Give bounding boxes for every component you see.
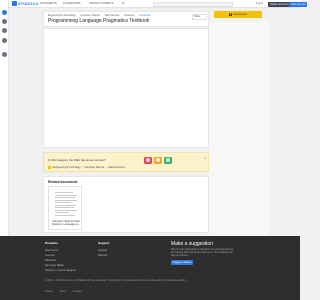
top-navigation: STUDOCU DOCUMENTS FLASHCARDS ASKING STUD…: [9, 0, 308, 8]
sad-face-icon: [146, 158, 150, 162]
search-input[interactable]: [153, 1, 233, 7]
footer-link[interactable]: Studocu + course designer: [45, 268, 76, 273]
document-thumbnail: [52, 189, 80, 218]
document-viewer[interactable]: [43, 28, 209, 148]
category-tag[interactable]: Data Structures: [108, 166, 125, 169]
suggestion-title: Make a suggestion: [171, 241, 213, 247]
copyright: © 2024 – 2026 Studocu is not affiliated …: [45, 279, 187, 282]
download-button[interactable]: Download: [214, 11, 262, 18]
document-icon[interactable]: [2, 19, 7, 24]
side-panel: [209, 21, 269, 236]
terms-link[interactable]: Terms: [59, 290, 66, 293]
logo[interactable]: STUDOCU: [12, 1, 38, 6]
breadcrumb-item[interactable]: Engineering & Technology: [48, 14, 76, 17]
upload-button[interactable]: Upload document: [268, 1, 291, 7]
separator: ›: [82, 166, 83, 169]
login-link[interactable]: Log in: [256, 2, 263, 5]
rate-bad-button[interactable]: [144, 156, 152, 164]
neutral-face-icon: [156, 158, 160, 162]
category-tag[interactable]: Engineering & Technology: [53, 166, 81, 169]
breadcrumb-item[interactable]: Computer Science: [80, 14, 100, 17]
download-icon: [229, 12, 233, 16]
folder-icon[interactable]: [2, 38, 7, 43]
logo-icon: [12, 1, 17, 6]
footer: Products Documents Courses Webinars Summ…: [0, 236, 300, 300]
legal-links: Privacy Terms Cookies: [45, 290, 87, 293]
footer-heading: Support: [98, 241, 110, 245]
happy-face-icon: [166, 158, 170, 162]
nav-documents[interactable]: DOCUMENTS: [40, 2, 57, 5]
footer-products: Products Documents Courses Webinars Summ…: [45, 241, 76, 273]
category-tag[interactable]: Computer Science: [85, 166, 105, 169]
category-feedback: Is this category the Web document correc…: [43, 152, 209, 172]
section-heading: Related documents: [48, 180, 78, 184]
footer-heading: Products: [45, 241, 59, 245]
breadcrumb-item[interactable]: Lecturer/Is: [139, 14, 150, 17]
nav-ai[interactable]: AI: [122, 2, 124, 5]
nav-flashcards[interactable]: FLASHCARDS: [63, 2, 80, 5]
check-icon: [48, 165, 51, 169]
document-header: Engineering & Technology Computer Scienc…: [43, 11, 209, 27]
chat-icon[interactable]: [2, 28, 7, 33]
suggest-feature-button[interactable]: Suggest a feature: [171, 260, 193, 265]
related-documents: Related documents Computer Science Data …: [43, 176, 209, 233]
suggestion-text: Did you miss something on Studocu? Let u…: [171, 248, 234, 258]
close-icon[interactable]: ×: [204, 156, 206, 160]
breadcrumb: Engineering & Technology Computer Scienc…: [48, 14, 155, 17]
footer-support: Support Support Sitemap: [98, 241, 110, 258]
share-button[interactable]: Share: [192, 13, 207, 20]
privacy-link[interactable]: Privacy: [45, 290, 53, 293]
free-trial-button[interactable]: Start free trial: [289, 1, 308, 7]
related-document-title: Computer Science Data Systems: Languages…: [51, 220, 81, 226]
related-document-card[interactable]: Computer Science Data Systems: Languages…: [48, 186, 82, 230]
left-sidebar: [0, 0, 9, 236]
separator: ›: [105, 166, 107, 169]
page-title: Programming Language Pragmatics Textbook: [48, 17, 150, 24]
category-tags: Engineering & Technology › Computer Scie…: [48, 165, 126, 169]
footer-link[interactable]: Sitemap: [98, 253, 110, 258]
rate-good-button[interactable]: [164, 156, 172, 164]
gear-icon[interactable]: [2, 52, 7, 57]
rate-neutral-button[interactable]: [154, 156, 162, 164]
cookies-link[interactable]: Cookies: [73, 290, 82, 293]
category-question: Is this category the Web document correc…: [48, 158, 106, 162]
breadcrumb-item[interactable]: University: [124, 14, 135, 17]
nav-asking-students[interactable]: ASKING STUDENTS: [89, 2, 114, 5]
breadcrumb-item[interactable]: Web Services: [105, 14, 120, 17]
home-icon[interactable]: [2, 10, 7, 15]
